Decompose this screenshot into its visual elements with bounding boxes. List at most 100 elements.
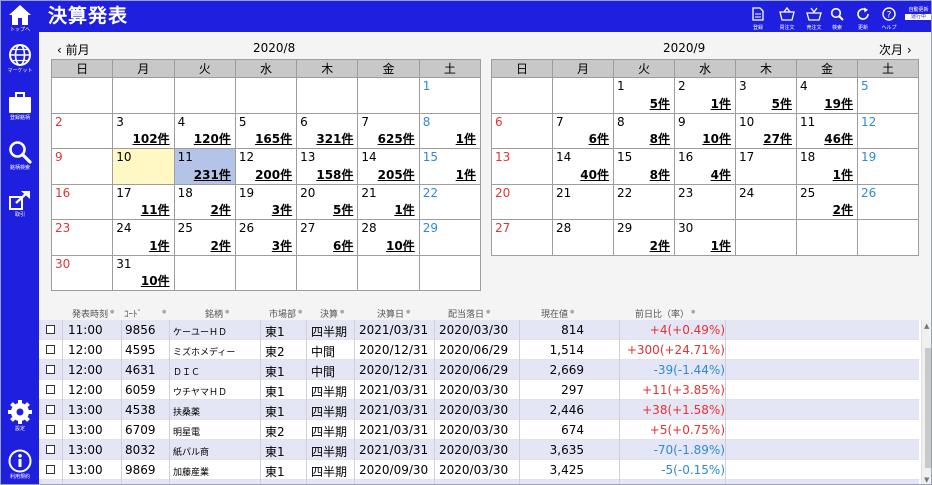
sort-indicator-icon[interactable]: ●: [486, 309, 490, 315]
scrollbar-thumb[interactable]: [925, 348, 931, 468]
column-header[interactable]: 銘柄: [205, 307, 223, 320]
calendar-day-cell[interactable]: 17 11件: [112, 183, 175, 220]
calendar-day-cell[interactable]: 15 1件: [418, 148, 482, 185]
calendar-day-cell[interactable]: 28 10件: [357, 219, 420, 256]
calendar-day-cell[interactable]: 18 2件: [173, 183, 236, 220]
calendar-day-cell[interactable]: 26: [857, 183, 919, 220]
row-checkbox[interactable]: [46, 345, 55, 354]
announcement-count-link[interactable]: 625件: [378, 133, 415, 146]
announcement-count-link[interactable]: 1件: [456, 168, 476, 182]
sort-indicator-icon[interactable]: ●: [570, 309, 574, 315]
column-header[interactable]: 現在値: [541, 307, 568, 320]
calendar-day-cell[interactable]: 25 2件: [173, 219, 236, 256]
calendar-day-cell[interactable]: 2: [50, 112, 114, 149]
announcement-count-link[interactable]: 4件: [711, 168, 731, 182]
announcement-count-link[interactable]: 27件: [763, 133, 792, 146]
vertical-scrollbar[interactable]: ▲ ▼: [921, 320, 931, 484]
calendar-day-cell[interactable]: 28: [552, 219, 614, 256]
calendar-day-cell[interactable]: 29 2件: [613, 219, 675, 256]
announcement-count-link[interactable]: 5件: [650, 97, 670, 111]
row-checkbox[interactable]: [46, 405, 55, 414]
prev-month-button[interactable]: ‹ 前月: [57, 41, 90, 58]
column-header[interactable]: 配当落日: [448, 307, 484, 320]
calendar-day-cell[interactable]: 6: [491, 112, 553, 149]
calendar-day-cell[interactable]: 11 46件: [796, 112, 858, 149]
calendar-day-cell[interactable]: 12: [857, 112, 919, 149]
calendar-day-cell[interactable]: 20 5件: [296, 183, 359, 220]
table-row[interactable]: 13:00 9869 加藤産業 東1 四半期 2020/09/30 2020/03/30 3,…: [39, 460, 919, 480]
calendar-day-cell[interactable]: 18 1件: [796, 148, 858, 185]
sidebar-item-market[interactable]: マーケット: [1, 43, 39, 74]
calendar-day-cell[interactable]: 4 120件: [173, 112, 236, 149]
sidebar-item-search[interactable]: 銘柄検索: [1, 140, 39, 171]
announcement-count-link[interactable]: 205件: [378, 168, 415, 182]
announcement-count-link[interactable]: 10件: [702, 133, 731, 146]
announcement-count-link[interactable]: 200件: [255, 168, 292, 182]
announcement-count-link[interactable]: 10件: [386, 239, 415, 253]
calendar-day-cell[interactable]: 24: [735, 183, 797, 220]
announcement-count-link[interactable]: 1件: [711, 97, 731, 111]
calendar-day-cell[interactable]: 15 8件: [613, 148, 675, 185]
sidebar-item-terms[interactable]: 利用規約: [1, 449, 39, 480]
calendar-day-cell[interactable]: 30: [50, 254, 114, 291]
column-header[interactable]: 発表時刻: [72, 307, 108, 320]
sidebar-item-settings[interactable]: 設定: [1, 399, 39, 432]
calendar-day-cell[interactable]: 21 1件: [357, 183, 420, 220]
calendar-day-cell[interactable]: 27 6件: [296, 219, 359, 256]
calendar-day-cell[interactable]: 22: [418, 183, 482, 220]
sort-indicator-icon[interactable]: ●: [298, 309, 302, 315]
announcement-count-link[interactable]: 1件: [394, 204, 414, 217]
row-checkbox[interactable]: [46, 385, 55, 394]
register-button[interactable]: 登録: [746, 6, 770, 31]
announcement-count-link[interactable]: 231件: [194, 168, 231, 182]
table-row[interactable]: 12:00 6059 ウチヤマＨＤ 東1 四半期 2021/03/31 2020/03/30…: [39, 380, 919, 400]
calendar-day-cell[interactable]: 29: [418, 219, 482, 256]
calendar-day-cell[interactable]: 6 321件: [296, 112, 359, 149]
calendar-day-cell[interactable]: 23: [674, 183, 736, 220]
column-header[interactable]: ｺｰﾄﾞ: [124, 307, 142, 320]
announcement-count-link[interactable]: 5件: [333, 204, 353, 217]
calendar-day-cell[interactable]: 16 4件: [674, 148, 736, 185]
table-row[interactable]: 11:00 9856 ケーユーＨＤ 東1 四半期 2021/03/31 2020/03/30…: [39, 320, 919, 340]
announcement-count-link[interactable]: 46件: [824, 133, 853, 146]
calendar-day-cell[interactable]: 21: [552, 183, 614, 220]
announcement-count-link[interactable]: 3件: [272, 204, 292, 217]
buy-order-button[interactable]: 買注文: [775, 6, 799, 31]
sidebar-item-top[interactable]: トップへ: [1, 4, 39, 33]
table-row[interactable]: [39, 480, 919, 484]
row-checkbox[interactable]: [46, 365, 55, 374]
help-button[interactable]: ? ヘルプ: [877, 6, 901, 31]
announcement-count-link[interactable]: 5件: [772, 97, 792, 111]
calendar-day-cell[interactable]: 16: [50, 183, 114, 220]
sort-indicator-icon[interactable]: ●: [340, 309, 344, 315]
calendar-day-cell[interactable]: 26 3件: [234, 219, 298, 256]
calendar-day-cell[interactable]: 25 2件: [796, 183, 858, 220]
announcement-count-link[interactable]: 11件: [141, 204, 170, 217]
sort-indicator-icon[interactable]: ●: [110, 309, 114, 315]
announcement-count-link[interactable]: 1件: [833, 168, 853, 182]
calendar-day-cell[interactable]: 11 231件: [173, 148, 236, 185]
sort-indicator-icon[interactable]: ●: [162, 309, 166, 315]
announcement-count-link[interactable]: 2件: [833, 204, 853, 217]
announcement-count-link[interactable]: 1件: [149, 239, 169, 253]
calendar-day-cell[interactable]: 30 1件: [674, 219, 736, 256]
scroll-down-icon[interactable]: ▼: [924, 476, 929, 484]
column-header[interactable]: 決算: [320, 307, 338, 320]
calendar-day-cell[interactable]: 4 19件: [796, 77, 858, 114]
calendar-day-cell[interactable]: 13 158件: [296, 148, 359, 185]
announcement-count-link[interactable]: 158件: [316, 168, 353, 182]
search-button[interactable]: 検索: [825, 6, 849, 31]
calendar-day-cell[interactable]: 9: [50, 148, 114, 185]
sort-indicator-icon[interactable]: ●: [406, 309, 410, 315]
announcement-count-link[interactable]: 321件: [316, 133, 353, 146]
row-checkbox[interactable]: [46, 445, 55, 454]
calendar-day-cell[interactable]: 14 40件: [552, 148, 614, 185]
calendar-day-cell[interactable]: 8 1件: [418, 112, 482, 149]
calendar-day-cell[interactable]: 3 102件: [112, 112, 175, 149]
announcement-count-link[interactable]: 1件: [456, 133, 476, 146]
table-row[interactable]: 13:00 8032 紙パル商 東1 四半期 2021/03/31 2020/03/30 3,…: [39, 440, 919, 460]
sort-indicator-icon[interactable]: ●: [691, 309, 695, 315]
column-header[interactable]: 市場部: [269, 307, 296, 320]
calendar-day-cell[interactable]: 10: [112, 148, 175, 185]
calendar-day-cell[interactable]: 13: [491, 148, 553, 185]
